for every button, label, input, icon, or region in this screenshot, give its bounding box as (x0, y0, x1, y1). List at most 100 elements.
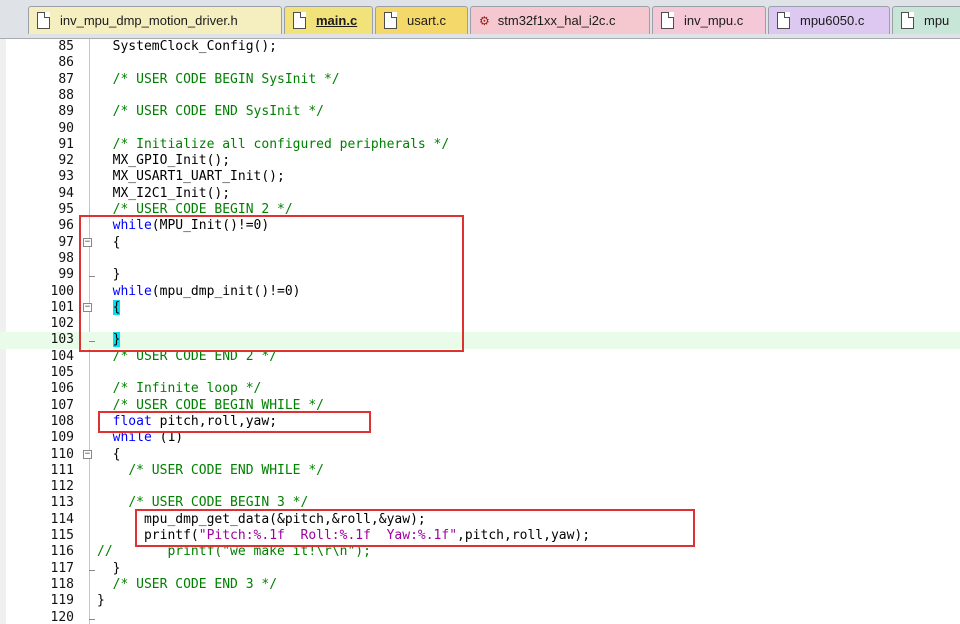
code-line[interactable]: 120 (0, 610, 960, 624)
line-number: 93 (58, 169, 74, 185)
fold-collapse-icon[interactable]: − (83, 237, 92, 247)
line-number: 110 (50, 446, 74, 462)
code-text[interactable]: } (97, 332, 121, 348)
code-line[interactable]: 89 /* USER CODE END SysInit */ (0, 104, 960, 120)
line-number: 114 (50, 511, 74, 527)
code-text[interactable]: { (97, 235, 121, 251)
code-line[interactable]: 116 // printf("we make it!\r\n"); (0, 544, 960, 560)
code-line[interactable]: 111 /* USER CODE END WHILE */ (0, 463, 960, 479)
code-line[interactable]: 108 float pitch,roll,yaw; (0, 414, 960, 430)
line-number: 102 (50, 316, 74, 332)
line-number: 108 (50, 413, 74, 429)
code-editor[interactable]: 85 SystemClock_Config(); 86 87 /* USER COD… (0, 39, 960, 624)
tab-label: main.c (316, 13, 358, 28)
code-text[interactable]: /* USER CODE END SysInit */ (97, 104, 324, 120)
code-text[interactable]: while (1) (97, 430, 183, 446)
code-line[interactable]: 119} (0, 593, 960, 609)
code-text[interactable]: printf("Pitch:%.1f Roll:%.1f Yaw:%.1f",p… (97, 528, 590, 544)
line-number: 98 (58, 250, 74, 266)
line-number: 97 (58, 234, 74, 250)
code-text[interactable]: while(mpu_dmp_init()!=0) (97, 284, 301, 300)
line-number: 99 (58, 267, 74, 283)
code-text[interactable]: SystemClock_Config(); (97, 39, 277, 55)
line-number: 112 (50, 479, 74, 495)
code-text[interactable]: } (97, 593, 105, 609)
code-text[interactable]: MX_USART1_UART_Init(); (97, 169, 285, 185)
code-text[interactable]: mpu_dmp_get_data(&pitch,&roll,&yaw); (97, 512, 426, 528)
code-line[interactable]: 100 while(mpu_dmp_init()!=0) (0, 284, 960, 300)
code-text[interactable]: } (97, 267, 121, 283)
code-text[interactable]: /* USER CODE END WHILE */ (97, 463, 324, 479)
code-line[interactable]: 112 (0, 479, 960, 495)
code-line[interactable]: 93 MX_USART1_UART_Init(); (0, 169, 960, 185)
tab-label: stm32f1xx_hal_i2c.c (497, 13, 616, 28)
code-line[interactable]: 101− { (0, 299, 960, 316)
code-line[interactable]: 92 MX_GPIO_Init(); (0, 153, 960, 169)
code-text[interactable]: /* USER CODE END 2 */ (97, 349, 277, 365)
code-line[interactable]: 85 SystemClock_Config(); (0, 39, 960, 55)
code-text[interactable]: // printf("we make it!\r\n"); (97, 544, 371, 560)
code-line[interactable]: 96 while(MPU_Init()!=0) (0, 218, 960, 234)
code-text[interactable]: /* USER CODE BEGIN SysInit */ (97, 72, 340, 88)
code-line[interactable]: 87 /* USER CODE BEGIN SysInit */ (0, 72, 960, 88)
code-line[interactable]: 118 /* USER CODE END 3 */ (0, 577, 960, 593)
tab-stm32f1xx-hal-i2c-c[interactable]: ⚙ stm32f1xx_hal_i2c.c (470, 6, 650, 34)
tab-usart-c[interactable]: usart.c (375, 6, 468, 34)
code-line[interactable]: 109 while (1) (0, 430, 960, 446)
fold-collapse-icon[interactable]: − (83, 302, 92, 312)
code-text[interactable]: { (97, 447, 121, 463)
line-number: 105 (50, 365, 74, 380)
code-text[interactable]: MX_I2C1_Init(); (97, 186, 230, 202)
line-number: 91 (58, 136, 74, 152)
code-line[interactable]: 86 (0, 55, 960, 71)
code-line[interactable]: 91 /* Initialize all configured peripher… (0, 137, 960, 153)
tab-inv-mpu-c[interactable]: inv_mpu.c (652, 6, 766, 34)
line-number: 119 (50, 593, 74, 609)
fold-collapse-icon[interactable]: − (83, 449, 92, 459)
line-number: 104 (50, 348, 74, 364)
header-file-icon (37, 12, 50, 29)
tab-main-c[interactable]: main.c (284, 6, 373, 34)
line-number: 120 (50, 609, 74, 624)
code-line[interactable]: 98 (0, 251, 960, 267)
code-line[interactable]: 107 /* USER CODE BEGIN WHILE */ (0, 398, 960, 414)
line-number: 101 (50, 299, 74, 315)
code-line[interactable]: 113 /* USER CODE BEGIN 3 */ (0, 495, 960, 511)
code-text[interactable]: /* USER CODE BEGIN 3 */ (97, 495, 308, 511)
line-number: 94 (58, 185, 74, 201)
code-line[interactable]: 110− { (0, 447, 960, 463)
gear-file-icon: ⚙ (479, 13, 490, 28)
code-line[interactable]: 115 printf("Pitch:%.1f Roll:%.1f Yaw:%.1… (0, 528, 960, 544)
code-text[interactable]: } (97, 561, 121, 577)
code-line[interactable]: 117 } (0, 561, 960, 577)
code-text[interactable]: /* USER CODE END 3 */ (97, 577, 277, 593)
code-text[interactable]: MX_GPIO_Init(); (97, 153, 230, 169)
code-text[interactable]: /* USER CODE BEGIN WHILE */ (97, 398, 324, 414)
c-file-icon (777, 12, 790, 29)
tab-mpu6050-c[interactable]: mpu6050.c (768, 6, 890, 34)
code-line[interactable]: 104 /* USER CODE END 2 */ (0, 349, 960, 365)
code-line[interactable]: 103 } (0, 332, 960, 349)
code-text[interactable]: /* Infinite loop */ (97, 381, 262, 397)
code-line[interactable]: 94 MX_I2C1_Init(); (0, 186, 960, 202)
line-number: 89 (58, 104, 74, 120)
code-line[interactable]: 97− { (0, 235, 960, 251)
code-line[interactable]: 88 (0, 88, 960, 104)
tab-inv-mpu-dmp-motion-driver-h[interactable]: inv_mpu_dmp_motion_driver.h (28, 6, 282, 34)
code-text[interactable]: /* USER CODE BEGIN 2 */ (97, 202, 293, 218)
code-line[interactable]: 105 (0, 365, 960, 381)
code-text[interactable]: while(MPU_Init()!=0) (97, 218, 270, 234)
code-line[interactable]: 114 mpu_dmp_get_data(&pitch,&roll,&yaw); (0, 512, 960, 528)
code-text[interactable]: float pitch,roll,yaw; (97, 414, 277, 430)
code-line[interactable]: 99 } (0, 267, 960, 283)
code-text[interactable]: /* Initialize all configured peripherals… (97, 137, 450, 153)
code-text[interactable]: { (97, 299, 121, 316)
code-line[interactable]: 90 (0, 121, 960, 137)
code-line[interactable]: 106 /* Infinite loop */ (0, 381, 960, 397)
code-line[interactable]: 95 /* USER CODE BEGIN 2 */ (0, 202, 960, 218)
code-line[interactable]: 102 (0, 316, 960, 332)
c-file-icon (661, 12, 674, 29)
c-file-icon (293, 12, 306, 29)
line-number: 107 (50, 397, 74, 413)
tab-mpu[interactable]: mpu (892, 6, 960, 34)
